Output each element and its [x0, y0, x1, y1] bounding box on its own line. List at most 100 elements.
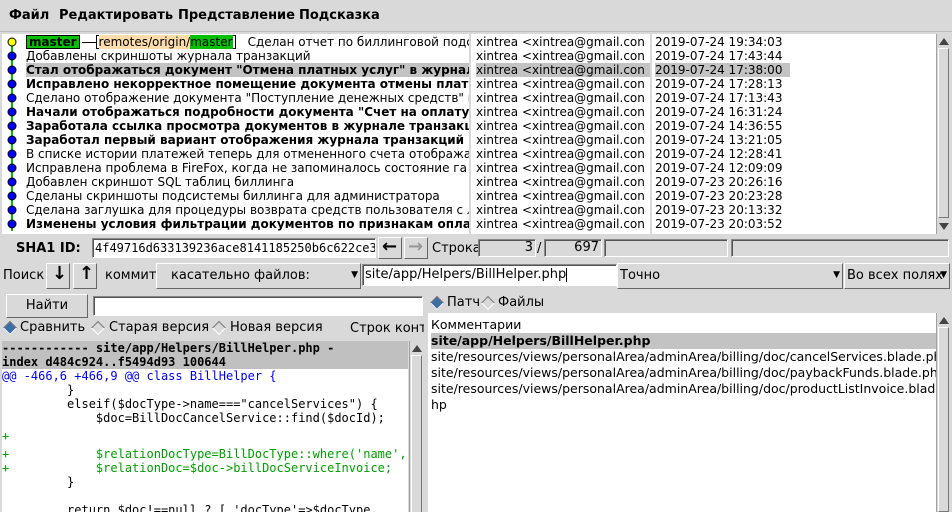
scroll-thumb[interactable] — [938, 327, 949, 512]
scroll-up-icon[interactable] — [939, 317, 949, 324]
commit-author-pane[interactable]: xintrea <xintrea@gmail.con xintrea <xintr… — [471, 34, 650, 234]
remote-branch-tag[interactable]: remotes/origin/master — [95, 35, 236, 49]
commit-date[interactable]: 2019-07-24 13:21:05 — [655, 133, 790, 147]
commit-author[interactable]: xintrea <xintrea@gmail.con — [476, 133, 650, 147]
commit-author[interactable]: xintrea <xintrea@gmail.con — [476, 91, 650, 105]
diff-context-line: } — [2, 383, 75, 397]
file-list-pane[interactable]: Комментарии site/app/Helpers/BillHelper.p… — [428, 313, 936, 512]
commit-date[interactable]: 2019-07-24 17:43:44 — [655, 49, 790, 63]
commit-date[interactable]: 2019-07-24 17:28:13 — [655, 77, 790, 91]
commit-dot — [7, 107, 17, 117]
commit-author[interactable]: xintrea <xintrea@gmail.con — [476, 105, 650, 119]
scroll-thumb[interactable] — [938, 48, 949, 218]
commit-date[interactable]: 2019-07-23 20:03:52 — [655, 217, 790, 231]
scope-select[interactable]: Во всех полях ▼ — [844, 263, 950, 289]
scroll-down-icon[interactable] — [939, 223, 949, 230]
file-entry[interactable]: site/resources/views/personalArea/adminA… — [431, 349, 936, 365]
find-input[interactable] — [93, 296, 423, 316]
commit-date[interactable]: 2019-07-24 17:13:43 — [655, 91, 790, 105]
forward-button[interactable]: → — [404, 236, 428, 259]
commit-row[interactable]: Сделаны скриншоты подсистемы биллинга дл… — [26, 189, 469, 203]
commit-row[interactable]: Изменены условия фильтрации документов п… — [26, 217, 469, 231]
commit-date[interactable]: 2019-07-24 14:36:55 — [655, 119, 790, 133]
match-mode-select[interactable]: Точно ▼ — [617, 263, 843, 289]
scroll-thumb[interactable] — [411, 355, 422, 512]
commit-subject: Сделано отображение документа "Поступлен… — [26, 91, 469, 105]
commit-author[interactable]: xintrea <xintrea@gmail.con — [476, 161, 650, 175]
commit-dot — [7, 191, 17, 201]
commit-row[interactable]: Добавлены скриншоты журнала транзакций — [26, 49, 469, 63]
commit-row[interactable]: Исправлено некорректное помещение докуме… — [26, 77, 469, 91]
commit-author[interactable]: xintrea <xintrea@gmail.con — [476, 189, 650, 203]
file-entry[interactable]: hp — [431, 397, 936, 413]
diff-added-line: + — [2, 429, 10, 443]
diff-context-line: $doc=BillDocCancelService::find($docId); — [2, 411, 385, 425]
commit-dot — [7, 51, 17, 61]
menu-help[interactable]: Подсказка — [299, 8, 380, 23]
menu-view[interactable]: Представление — [178, 8, 295, 23]
commit-row[interactable]: Начали отображаться подробности документ… — [26, 105, 469, 119]
commit-label: коммит — [105, 268, 157, 283]
commit-row[interactable]: Стал отображаться документ "Отмена платн… — [26, 63, 469, 77]
search-down-button[interactable]: ↓ — [46, 263, 70, 289]
commit-row[interactable]: Исправлена проблема в FireFox, когда не … — [26, 161, 469, 175]
commit-date[interactable]: 2019-07-23 20:23:28 — [655, 189, 790, 203]
commit-date[interactable]: 2019-07-23 20:26:16 — [655, 175, 790, 189]
commit-date[interactable]: 2019-07-24 12:09:09 — [655, 161, 790, 175]
commit-list-scrollbar[interactable] — [936, 34, 950, 234]
mode-old-radio[interactable] — [90, 320, 106, 336]
commit-date[interactable]: 2019-07-23 20:13:32 — [655, 203, 790, 217]
commit-subject: Сделаны скриншоты подсистемы биллинга дл… — [26, 189, 440, 203]
commit-date[interactable]: 2019-07-24 17:38:00 — [655, 63, 790, 77]
text-cursor — [566, 267, 568, 282]
file-entry[interactable]: site/app/Helpers/BillHelper.php — [431, 333, 936, 349]
file-entry[interactable]: site/resources/views/personalArea/adminA… — [431, 365, 936, 381]
scroll-up-icon[interactable] — [939, 38, 949, 45]
row-label: Строка — [432, 241, 481, 256]
commit-date[interactable]: 2019-07-24 19:34:03 — [655, 35, 790, 49]
commit-author[interactable]: xintrea <xintrea@gmail.con — [476, 63, 650, 77]
commit-author[interactable]: xintrea <xintrea@gmail.con — [476, 203, 650, 217]
commit-subject: Добавлены скриншоты журнала транзакций — [26, 49, 311, 63]
files-radio[interactable] — [480, 295, 496, 311]
commit-date[interactable]: 2019-07-24 12:28:41 — [655, 147, 790, 161]
commit-author[interactable]: xintrea <xintrea@gmail.con — [476, 49, 650, 63]
commit-author[interactable]: xintrea <xintrea@gmail.con — [476, 217, 650, 231]
commit-row[interactable]: В списке истории платежей теперь для отм… — [26, 147, 469, 161]
menu-edit[interactable]: Редактировать — [59, 8, 173, 23]
commit-date-pane[interactable]: 2019-07-24 19:34:03 2019-07-24 17:43:44 20… — [652, 34, 936, 234]
menu-file[interactable]: Файл — [9, 8, 49, 23]
diff-pane[interactable]: ------------ site/app/Helpers/BillHelper… — [2, 341, 408, 512]
back-button[interactable]: ← — [378, 236, 402, 259]
file-entry[interactable]: site/resources/views/personalArea/adminA… — [431, 381, 936, 397]
mode-new-label: Новая версия — [230, 320, 323, 335]
comments-entry[interactable]: Комментарии — [431, 317, 936, 333]
commit-dot — [7, 135, 17, 145]
find-button[interactable]: Найти — [6, 294, 88, 318]
commit-row[interactable]: Сделана заглушка для процедуры возврата … — [26, 203, 469, 217]
commit-row[interactable]: Заработала ссылка просмотра документов в… — [26, 119, 469, 133]
commit-row[interactable]: Добавлен скриншот SQL таблиц биллинга — [26, 175, 469, 189]
file-list-scrollbar[interactable] — [936, 313, 950, 512]
commit-author[interactable]: xintrea <xintrea@gmail.con — [476, 175, 650, 189]
row-separator: / — [537, 241, 542, 256]
filter-mode-select[interactable]: касательно файлов: ▼ — [156, 263, 361, 289]
commit-graph-pane[interactable]: master remotes/origin/master Сделан отчет … — [2, 34, 469, 234]
commit-row[interactable]: Заработал первый вариант отображения жур… — [26, 133, 469, 147]
commit-author[interactable]: xintrea <xintrea@gmail.con — [476, 147, 650, 161]
mode-compare-radio[interactable] — [2, 320, 18, 336]
diff-scrollbar[interactable] — [409, 341, 423, 512]
commit-row[interactable]: master remotes/origin/master Сделан отчет … — [26, 35, 469, 49]
head-branch-tag[interactable]: master — [26, 35, 80, 49]
scroll-up-icon[interactable] — [412, 345, 422, 352]
commit-row[interactable]: Сделано отображение документа "Поступлен… — [26, 91, 469, 105]
commit-author[interactable]: xintrea <xintrea@gmail.con — [476, 119, 650, 133]
path-input[interactable]: site/app/Helpers/BillHelper.php — [362, 264, 617, 286]
sha1-input[interactable]: 4f49716d633139236ace8141185250b6c622ce3f — [92, 238, 376, 258]
patch-radio[interactable] — [429, 295, 445, 311]
commit-author[interactable]: xintrea <xintrea@gmail.con — [476, 77, 650, 91]
search-up-button[interactable]: ↑ — [73, 263, 97, 289]
mode-new-radio[interactable] — [211, 320, 227, 336]
commit-date[interactable]: 2019-07-24 16:31:24 — [655, 105, 790, 119]
commit-author[interactable]: xintrea <xintrea@gmail.con — [476, 35, 650, 49]
